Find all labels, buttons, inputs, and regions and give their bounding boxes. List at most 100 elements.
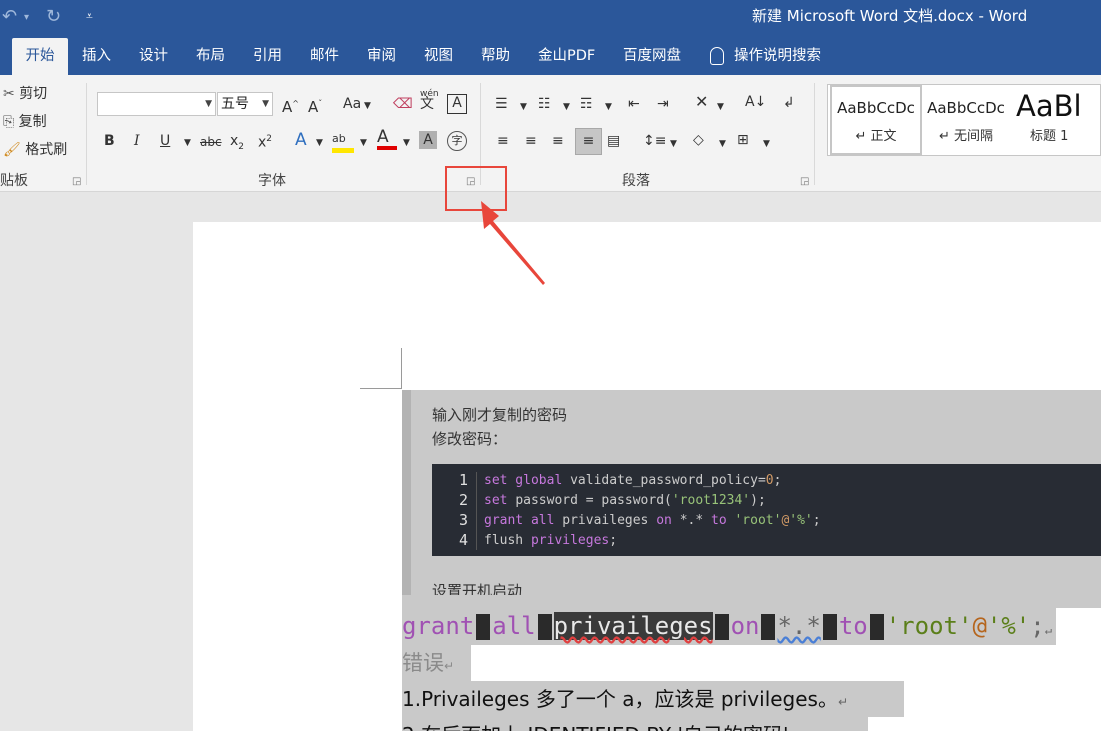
align-right-icon[interactable]: ≡	[552, 132, 564, 150]
align-left-icon[interactable]: ≡	[497, 132, 509, 150]
scissors-icon: ✂	[3, 86, 15, 102]
borders-icon[interactable]: ⊞	[737, 131, 749, 149]
text-effects-icon[interactable]: A	[295, 131, 307, 149]
line-number: 4	[458, 531, 468, 549]
keyword: to	[838, 612, 868, 640]
show-paragraph-marks-icon[interactable]: ↲	[783, 94, 795, 112]
chevron-down-icon[interactable]: ▼	[717, 98, 724, 116]
window-title: 新建 Microsoft Word 文档.docx - Word	[752, 7, 1028, 25]
chevron-down-icon[interactable]: ▼	[605, 98, 612, 116]
group-separator	[814, 83, 815, 185]
justify-icon[interactable]: ≡	[575, 128, 602, 155]
chevron-down-icon[interactable]: ▼	[719, 135, 726, 153]
tab-baidu-netdisk[interactable]: 百度网盘	[623, 38, 681, 75]
redo-icon[interactable]: ↻	[46, 6, 61, 27]
style-preview: AaBbCcDc	[837, 99, 915, 117]
clipboard-dialog-launcher-icon[interactable]: ◲	[72, 176, 81, 187]
chevron-down-icon[interactable]: ▼	[563, 98, 570, 116]
bullets-icon[interactable]: ☰	[495, 95, 508, 113]
numbering-icon[interactable]: ☷	[538, 95, 551, 113]
chevron-down-icon: ▼	[361, 101, 371, 111]
highlight-icon[interactable]: ab	[332, 129, 354, 153]
copy-button[interactable]: ⎘ 复制	[3, 113, 47, 131]
style-no-spacing[interactable]: AaBbCcDc ↵ 无间隔	[920, 85, 1012, 155]
paragraph-mark: ↵	[837, 695, 849, 709]
paragraph-dialog-launcher-icon[interactable]: ◲	[800, 176, 809, 187]
margin-mark	[401, 348, 402, 388]
style-heading-1[interactable]: AaBl 标题 1	[1012, 85, 1100, 155]
paragraph-mark: ↵	[1044, 623, 1052, 637]
chevron-down-icon[interactable]: ▼	[360, 134, 367, 152]
font-color-icon[interactable]: A	[377, 128, 397, 150]
quote-text: 输入刚才复制的密码	[432, 406, 568, 424]
subscript-icon[interactable]: x2	[230, 132, 244, 156]
align-center-icon[interactable]: ≡	[525, 132, 537, 150]
chevron-down-icon: ▼	[262, 99, 269, 109]
customize-icon[interactable]: ⩡	[86, 9, 93, 24]
copy-label: 复制	[18, 114, 47, 130]
tab-design[interactable]: 设计	[139, 38, 168, 75]
string-token: '%'	[986, 612, 1031, 640]
font-size-value: 五号	[221, 96, 249, 112]
strikethrough-icon[interactable]: abc	[200, 133, 222, 151]
styles-gallery: AaBbCcDc ↵ 正文 AaBbCcDc ↵ 无间隔 AaBl 标题 1	[827, 84, 1101, 156]
cut-button[interactable]: ✂ 剪切	[3, 85, 47, 103]
decrease-indent-icon[interactable]: ⇤	[628, 95, 640, 113]
tab-kingsoft-pdf[interactable]: 金山PDF	[538, 38, 595, 75]
style-preview: AaBbCcDc	[927, 99, 1005, 117]
chinese-layout-icon[interactable]: ✕	[695, 93, 708, 111]
error-item: 1.Privaileges 多了一个 a，应该是 privileges。↵	[402, 681, 904, 717]
tab-insert[interactable]: 插入	[82, 38, 111, 75]
chevron-down-icon[interactable]: ▼	[403, 134, 410, 152]
style-normal[interactable]: AaBbCcDc ↵ 正文	[830, 85, 922, 155]
bold-icon[interactable]: B	[104, 132, 115, 150]
annotation-arrow-icon	[481, 201, 545, 285]
line-number: 1	[458, 471, 468, 489]
enclose-characters-icon[interactable]: 字	[447, 131, 467, 151]
code-line: flush privileges;	[484, 533, 618, 548]
undo-dropdown-icon[interactable]: ▾	[24, 12, 29, 23]
line-spacing-icon[interactable]: ↕≡	[643, 132, 666, 150]
character-shading-icon[interactable]: A	[419, 131, 437, 149]
code-token: *.*	[777, 612, 821, 640]
tab-layout[interactable]: 布局	[196, 38, 225, 75]
chevron-down-icon[interactable]: ▼	[520, 98, 527, 116]
highlighted-code-line: grant all privaileges on *.* to 'root'@'%';↵	[402, 608, 1056, 645]
undo-icon[interactable]: ↶	[2, 6, 17, 27]
chevron-down-icon[interactable]: ▼	[763, 135, 770, 153]
format-painter-button[interactable]: 🖌 格式刷	[3, 141, 67, 159]
font-size-combo[interactable]: 五号 ▼	[217, 92, 273, 116]
tab-review[interactable]: 审阅	[367, 38, 396, 75]
gutter-divider	[476, 472, 477, 550]
distributed-icon[interactable]: ▤	[607, 132, 620, 150]
tell-me-search[interactable]: 操作说明搜索	[710, 38, 821, 75]
grow-font-icon[interactable]: A^	[282, 95, 299, 116]
code-line: grant all privaileges on *.* to 'root'@'…	[484, 513, 821, 528]
sort-icon[interactable]: A↓	[745, 93, 766, 111]
tab-mailings[interactable]: 邮件	[310, 38, 339, 75]
font-name-combo[interactable]: ▼	[97, 92, 216, 116]
underline-icon[interactable]: U	[160, 132, 170, 150]
italic-icon[interactable]: I	[134, 132, 140, 150]
tab-references[interactable]: 引用	[253, 38, 282, 75]
shading-icon[interactable]: ◇	[693, 131, 704, 149]
tab-view[interactable]: 视图	[424, 38, 453, 75]
clipboard-group-label: 贴板	[0, 173, 28, 189]
superscript-icon[interactable]: x2	[258, 130, 272, 152]
error-item-text: 2.在后面加上 IDENTIFIED BY '自己的密码'	[402, 717, 868, 731]
chevron-down-icon[interactable]: ▼	[670, 135, 677, 153]
tab-help[interactable]: 帮助	[481, 38, 510, 75]
tell-me-label: 操作说明搜索	[734, 48, 821, 64]
chevron-down-icon[interactable]: ▼	[316, 134, 323, 152]
tab-home[interactable]: 开始	[12, 38, 68, 75]
chevron-down-icon[interactable]: ▼	[184, 134, 191, 152]
change-case-button[interactable]: Aa ▼	[343, 95, 371, 115]
increase-indent-icon[interactable]: ⇥	[657, 95, 669, 113]
keyword: on	[730, 612, 760, 640]
phonetic-guide-icon[interactable]: wén 文	[420, 89, 439, 111]
multilevel-list-icon[interactable]: ☶	[580, 95, 593, 113]
keyword: all	[492, 612, 536, 640]
clear-formatting-icon[interactable]: ⌫	[393, 95, 413, 113]
character-border-icon[interactable]: A	[447, 94, 467, 114]
shrink-font-icon[interactable]: Aˇ	[308, 95, 322, 116]
